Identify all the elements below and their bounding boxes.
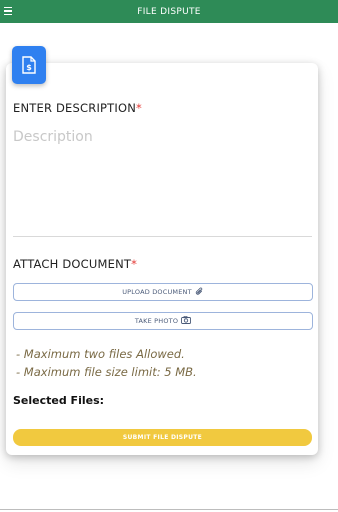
note-max-size: - Maximum file size limit: 5 MB. [16, 365, 197, 379]
camera-icon [181, 316, 192, 326]
upload-document-label: UPLOAD DOCUMENT [122, 288, 192, 296]
page-title: FILE DISPUTE [137, 6, 201, 17]
attach-document-label: ATTACH DOCUMENT* [13, 257, 137, 271]
selected-files-label: Selected Files: [13, 394, 105, 407]
hamburger-menu-icon[interactable] [4, 3, 18, 19]
app-header: FILE DISPUTE [0, 0, 338, 23]
bottom-divider [0, 509, 338, 510]
svg-text:$: $ [26, 63, 32, 72]
submit-file-dispute-button[interactable]: SUBMIT FILE DISPUTE [13, 429, 312, 446]
paperclip-icon [195, 287, 204, 298]
description-label: ENTER DESCRIPTION* [13, 101, 142, 115]
note-max-files: - Maximum two files Allowed. [16, 347, 185, 361]
document-dollar-icon: $ [12, 46, 46, 84]
take-photo-button[interactable]: TAKE PHOTO [13, 312, 313, 330]
required-mark: * [131, 257, 138, 271]
required-mark: * [136, 101, 142, 115]
description-input[interactable] [13, 129, 311, 233]
description-label-text: ENTER DESCRIPTION [13, 101, 137, 115]
take-photo-label: TAKE PHOTO [134, 317, 179, 325]
attach-label-text: ATTACH DOCUMENT [13, 257, 132, 271]
description-divider [13, 236, 312, 237]
upload-document-button[interactable]: UPLOAD DOCUMENT [13, 283, 313, 301]
